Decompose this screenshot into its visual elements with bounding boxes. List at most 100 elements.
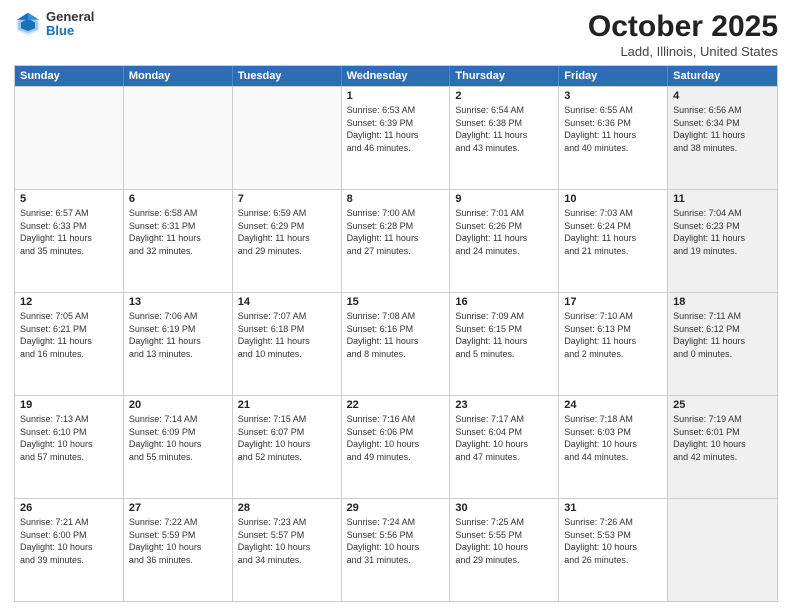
logo-icon <box>14 10 42 38</box>
day-number: 21 <box>238 399 336 411</box>
day-number: 6 <box>129 193 227 205</box>
day-number: 25 <box>673 399 772 411</box>
calendar-cell: 25 Sunrise: 7:19 AM Sunset: 6:01 PM Dayli… <box>668 396 777 498</box>
day-info: Sunrise: 6:54 AM Sunset: 6:38 PM Dayligh… <box>455 104 553 154</box>
day-number: 23 <box>455 399 553 411</box>
calendar-cell: 18Sunrise: 7:11 AM Sunset: 6:12 PM Dayli… <box>668 293 777 395</box>
day-info: Sunrise: 7:13 AM Sunset: 6:10 PM Dayligh… <box>20 413 118 463</box>
calendar-cell: 3 Sunrise: 6:55 AM Sunset: 6:36 PM Daylig… <box>559 87 668 189</box>
calendar-cell: 10Sunrise: 7:03 AM Sunset: 6:24 PM Dayli… <box>559 190 668 292</box>
day-info: Sunrise: 7:01 AM Sunset: 6:26 PM Dayligh… <box>455 207 553 257</box>
calendar-row: 5 Sunrise: 6:57 AM Sunset: 6:33 PM Daylig… <box>15 189 777 292</box>
weekday-header: Tuesday <box>233 66 342 86</box>
day-number: 17 <box>564 296 662 308</box>
day-info: Sunrise: 7:19 AM Sunset: 6:01 PM Dayligh… <box>673 413 772 463</box>
day-info: Sunrise: 7:22 AM Sunset: 5:59 PM Dayligh… <box>129 516 227 566</box>
calendar-cell: 19 Sunrise: 7:13 AM Sunset: 6:10 PM Dayli… <box>15 396 124 498</box>
day-info: Sunrise: 7:26 AM Sunset: 5:53 PM Dayligh… <box>564 516 662 566</box>
calendar-cell: 17 Sunrise: 7:10 AM Sunset: 6:13 PM Dayli… <box>559 293 668 395</box>
calendar-row: 1 Sunrise: 6:53 AM Sunset: 6:39 PM Daylig… <box>15 86 777 189</box>
calendar-cell: 22 Sunrise: 7:16 AM Sunset: 6:06 PM Dayli… <box>342 396 451 498</box>
day-number: 26 <box>20 502 118 514</box>
day-info: Sunrise: 7:14 AM Sunset: 6:09 PM Dayligh… <box>129 413 227 463</box>
calendar-cell: 26 Sunrise: 7:21 AM Sunset: 6:00 PM Dayli… <box>15 499 124 601</box>
calendar-cell: 20 Sunrise: 7:14 AM Sunset: 6:09 PM Dayli… <box>124 396 233 498</box>
weekday-header: Saturday <box>668 66 777 86</box>
day-info: Sunrise: 7:25 AM Sunset: 5:55 PM Dayligh… <box>455 516 553 566</box>
calendar-cell: 13Sunrise: 7:06 AM Sunset: 6:19 PM Dayli… <box>124 293 233 395</box>
day-info: Sunrise: 7:07 AM Sunset: 6:18 PM Dayligh… <box>238 310 336 360</box>
day-number: 8 <box>347 193 445 205</box>
calendar-row: 19 Sunrise: 7:13 AM Sunset: 6:10 PM Dayli… <box>15 395 777 498</box>
day-info: Sunrise: 7:06 AM Sunset: 6:19 PM Dayligh… <box>129 310 227 360</box>
day-number: 10 <box>564 193 662 205</box>
calendar-cell: 31Sunrise: 7:26 AM Sunset: 5:53 PM Dayli… <box>559 499 668 601</box>
day-number: 22 <box>347 399 445 411</box>
calendar-cell: 7Sunrise: 6:59 AM Sunset: 6:29 PM Daylig… <box>233 190 342 292</box>
weekday-header: Friday <box>559 66 668 86</box>
calendar-cell: 30 Sunrise: 7:25 AM Sunset: 5:55 PM Dayli… <box>450 499 559 601</box>
calendar-cell <box>15 87 124 189</box>
weekday-header: Thursday <box>450 66 559 86</box>
weekday-header: Monday <box>124 66 233 86</box>
day-number: 4 <box>673 90 772 102</box>
calendar-cell <box>124 87 233 189</box>
day-info: Sunrise: 7:08 AM Sunset: 6:16 PM Dayligh… <box>347 310 445 360</box>
day-info: Sunrise: 7:04 AM Sunset: 6:23 PM Dayligh… <box>673 207 772 257</box>
weekday-header: Wednesday <box>342 66 451 86</box>
day-info: Sunrise: 6:58 AM Sunset: 6:31 PM Dayligh… <box>129 207 227 257</box>
day-info: Sunrise: 7:11 AM Sunset: 6:12 PM Dayligh… <box>673 310 772 360</box>
calendar-cell: 28Sunrise: 7:23 AM Sunset: 5:57 PM Dayli… <box>233 499 342 601</box>
day-number: 11 <box>673 193 772 205</box>
calendar-cell: 14Sunrise: 7:07 AM Sunset: 6:18 PM Dayli… <box>233 293 342 395</box>
weekday-header: Sunday <box>15 66 124 86</box>
day-number: 12 <box>20 296 118 308</box>
calendar-cell: 11 Sunrise: 7:04 AM Sunset: 6:23 PM Dayli… <box>668 190 777 292</box>
day-number: 16 <box>455 296 553 308</box>
day-info: Sunrise: 7:05 AM Sunset: 6:21 PM Dayligh… <box>20 310 118 360</box>
day-number: 5 <box>20 193 118 205</box>
day-number: 20 <box>129 399 227 411</box>
calendar-cell: 27Sunrise: 7:22 AM Sunset: 5:59 PM Dayli… <box>124 499 233 601</box>
calendar-cell: 9Sunrise: 7:01 AM Sunset: 6:26 PM Daylig… <box>450 190 559 292</box>
calendar-cell: 21Sunrise: 7:15 AM Sunset: 6:07 PM Dayli… <box>233 396 342 498</box>
day-info: Sunrise: 6:53 AM Sunset: 6:39 PM Dayligh… <box>347 104 445 154</box>
calendar-cell <box>668 499 777 601</box>
day-number: 1 <box>347 90 445 102</box>
calendar-cell <box>233 87 342 189</box>
day-info: Sunrise: 7:23 AM Sunset: 5:57 PM Dayligh… <box>238 516 336 566</box>
logo-text: General Blue <box>46 10 94 39</box>
day-number: 19 <box>20 399 118 411</box>
day-info: Sunrise: 6:59 AM Sunset: 6:29 PM Dayligh… <box>238 207 336 257</box>
day-info: Sunrise: 7:24 AM Sunset: 5:56 PM Dayligh… <box>347 516 445 566</box>
logo: General Blue <box>14 10 94 39</box>
calendar-cell: 16 Sunrise: 7:09 AM Sunset: 6:15 PM Dayli… <box>450 293 559 395</box>
calendar-cell: 4Sunrise: 6:56 AM Sunset: 6:34 PM Daylig… <box>668 87 777 189</box>
day-info: Sunrise: 7:09 AM Sunset: 6:15 PM Dayligh… <box>455 310 553 360</box>
title-block: October 2025 Ladd, Illinois, United Stat… <box>588 10 778 59</box>
logo-blue: Blue <box>46 24 94 38</box>
page-container: General Blue October 2025 Ladd, Illinois… <box>0 0 792 612</box>
calendar-cell: 12 Sunrise: 7:05 AM Sunset: 6:21 PM Dayli… <box>15 293 124 395</box>
day-info: Sunrise: 7:17 AM Sunset: 6:04 PM Dayligh… <box>455 413 553 463</box>
day-number: 2 <box>455 90 553 102</box>
calendar-cell: 24Sunrise: 7:18 AM Sunset: 6:03 PM Dayli… <box>559 396 668 498</box>
calendar-header: SundayMondayTuesdayWednesdayThursdayFrid… <box>15 66 777 86</box>
day-info: Sunrise: 7:10 AM Sunset: 6:13 PM Dayligh… <box>564 310 662 360</box>
month-title: October 2025 <box>588 10 778 44</box>
day-info: Sunrise: 6:57 AM Sunset: 6:33 PM Dayligh… <box>20 207 118 257</box>
calendar-cell: 29Sunrise: 7:24 AM Sunset: 5:56 PM Dayli… <box>342 499 451 601</box>
day-info: Sunrise: 7:21 AM Sunset: 6:00 PM Dayligh… <box>20 516 118 566</box>
calendar-row: 12 Sunrise: 7:05 AM Sunset: 6:21 PM Dayli… <box>15 292 777 395</box>
location: Ladd, Illinois, United States <box>588 44 778 59</box>
day-info: Sunrise: 6:55 AM Sunset: 6:36 PM Dayligh… <box>564 104 662 154</box>
day-number: 3 <box>564 90 662 102</box>
calendar-cell: 23 Sunrise: 7:17 AM Sunset: 6:04 PM Dayli… <box>450 396 559 498</box>
calendar-cell: 6 Sunrise: 6:58 AM Sunset: 6:31 PM Daylig… <box>124 190 233 292</box>
page-header: General Blue October 2025 Ladd, Illinois… <box>14 10 778 59</box>
day-number: 30 <box>455 502 553 514</box>
calendar-row: 26 Sunrise: 7:21 AM Sunset: 6:00 PM Dayli… <box>15 498 777 601</box>
day-info: Sunrise: 7:16 AM Sunset: 6:06 PM Dayligh… <box>347 413 445 463</box>
day-number: 15 <box>347 296 445 308</box>
calendar-cell: 1 Sunrise: 6:53 AM Sunset: 6:39 PM Daylig… <box>342 87 451 189</box>
